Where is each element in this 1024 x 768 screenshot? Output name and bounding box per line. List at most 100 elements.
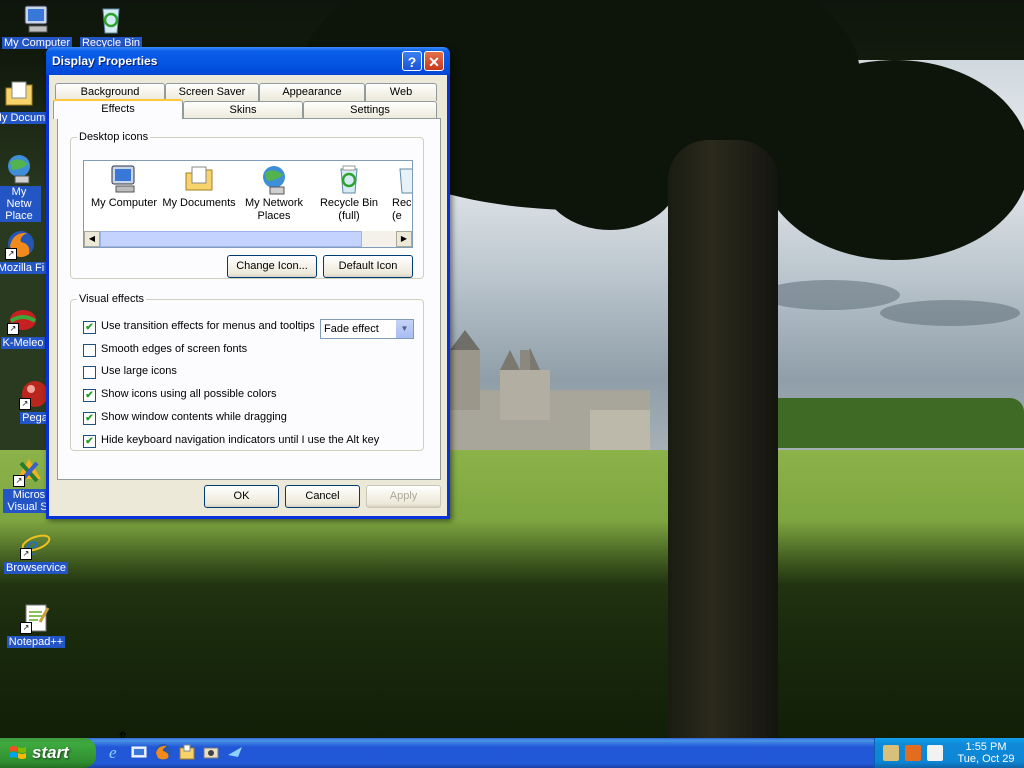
scroll-right-button[interactable]: ▶	[396, 231, 412, 247]
checkbox-large-icons[interactable]: Use large icons	[83, 365, 413, 381]
scrollbar-thumb[interactable]	[100, 231, 362, 247]
antivirus-icon[interactable]	[905, 745, 921, 761]
question-mark-icon: ?	[407, 54, 417, 70]
arrow-left-icon: ◀	[88, 234, 96, 243]
list-item-label: Recycle Bin (full)	[319, 197, 379, 222]
dropdown-value: Fade effect	[324, 323, 379, 335]
visual-effects-legend: Visual effects	[79, 293, 145, 305]
visual-studio-icon: ↗	[13, 455, 45, 487]
taskbar: start e 1:55 PM Tue, Oct 29	[0, 738, 1024, 768]
change-icon-button[interactable]: Change Icon...	[227, 255, 317, 278]
checkbox-smooth-font-edges[interactable]: Smooth edges of screen fonts	[83, 343, 413, 359]
svg-text:e: e	[109, 743, 117, 761]
checkbox-label: Smooth edges of screen fonts	[101, 343, 248, 355]
start-button[interactable]: start	[0, 738, 96, 768]
desktop-icon-label: Notepad++	[6, 636, 66, 648]
start-label: start	[32, 743, 69, 762]
windows-logo-icon	[10, 746, 26, 759]
dialog-title: Display Properties	[52, 54, 158, 68]
desktop-icon-browservice[interactable]: e ↗ Browservice	[1, 528, 71, 574]
firefox-icon[interactable]	[154, 743, 172, 761]
wallpaper-treeline	[760, 398, 1024, 448]
printer-icon[interactable]	[927, 745, 943, 761]
scroll-left-button[interactable]: ◀	[84, 231, 100, 247]
close-icon: ✕	[428, 54, 440, 70]
desktop-icon-label: Browservice	[4, 562, 68, 574]
checkbox-label: Use large icons	[101, 365, 177, 377]
checkbox-all-colors[interactable]: ✔ Show icons using all possible colors	[83, 388, 413, 404]
ok-button[interactable]: OK	[204, 485, 279, 508]
tab-effects[interactable]: Effects	[53, 99, 183, 119]
desktop-icons-list[interactable]: My Computer My Documents My Network Plac…	[83, 160, 413, 248]
clock-date: Tue, Oct 29	[957, 753, 1015, 765]
desktop-icons-group: Desktop icons My Computer My Documents M…	[70, 131, 424, 279]
k-meleon-icon: ↗	[7, 303, 39, 335]
wallpaper-cloud	[880, 300, 1020, 326]
recycle-bin-icon	[95, 3, 127, 35]
internet-explorer-icon: e ↗	[20, 528, 52, 562]
documents-folder-icon	[3, 78, 35, 110]
help-button[interactable]: ?	[402, 51, 422, 71]
desktop-icons-legend: Desktop icons	[79, 131, 149, 143]
desktop-icon-notepad-plus-plus[interactable]: ↗ Notepad++	[1, 602, 71, 648]
shortcut-arrow-icon: ↗	[20, 622, 32, 634]
close-button[interactable]: ✕	[424, 51, 444, 71]
list-item-my-documents[interactable]: My Documents	[159, 163, 239, 210]
checkbox-checked[interactable]: ✔	[83, 389, 96, 402]
transition-effect-dropdown[interactable]: Fade effect ▼	[320, 319, 414, 339]
checkbox-unchecked[interactable]	[83, 366, 96, 379]
list-item-my-network-places[interactable]: My Network Places	[234, 163, 314, 223]
checkbox-unchecked[interactable]	[83, 344, 96, 357]
list-item-label: My Documents	[162, 197, 236, 209]
tab-web[interactable]: Web	[365, 83, 437, 101]
apply-button[interactable]: Apply	[366, 485, 441, 508]
wallpaper-castle	[450, 330, 650, 450]
checkbox-hide-keyboard-indicators[interactable]: ✔ Hide keyboard navigation indicators un…	[83, 434, 413, 450]
checkbox-window-contents-dragging[interactable]: ✔ Show window contents while dragging	[83, 411, 413, 427]
dialog-title-bar[interactable]: Display Properties ? ✕	[46, 47, 450, 75]
tab-settings[interactable]: Settings	[303, 101, 437, 119]
shortcut-arrow-icon: ↗	[7, 323, 19, 335]
k-meleon-icon[interactable]	[226, 743, 244, 761]
desktop-icon-label: My Netw Place	[0, 186, 41, 222]
documents-folder-icon	[183, 163, 215, 195]
arrow-right-icon: ▶	[400, 234, 408, 243]
system-tray: 1:55 PM Tue, Oct 29	[874, 738, 1024, 768]
windows-explorer-icon[interactable]	[178, 743, 196, 761]
checkbox-label: Show window contents while dragging	[101, 411, 287, 423]
horizontal-scrollbar[interactable]: ◀ ▶	[84, 231, 412, 247]
dialog-client-area: Background Screen Saver Appearance Web E…	[49, 75, 447, 516]
checkbox-label: Show icons using all possible colors	[101, 388, 277, 400]
system-clock[interactable]: 1:55 PM Tue, Oct 29	[949, 741, 1023, 765]
recycle-bin-empty-icon	[392, 163, 412, 195]
desktop-icon-recycle-bin[interactable]: Recycle Bin	[76, 3, 146, 49]
wallpaper-canopy	[540, 120, 680, 230]
camera-icon[interactable]	[202, 743, 220, 761]
network-icon[interactable]	[883, 745, 899, 761]
desktop-icon-label: Mozilla Fi	[0, 262, 47, 274]
show-desktop-icon[interactable]	[130, 743, 148, 761]
desktop-icon-label: My Docum	[0, 112, 48, 124]
recycle-bin-full-icon	[333, 163, 365, 195]
checkbox-checked[interactable]: ✔	[83, 435, 96, 448]
list-item-my-computer[interactable]: My Computer	[84, 163, 164, 210]
visual-effects-group: Visual effects ✔ Use transition effects …	[70, 293, 424, 451]
computer-icon	[108, 163, 140, 195]
checkbox-checked[interactable]: ✔	[83, 321, 96, 334]
effects-tab-panel: Desktop icons My Computer My Documents M…	[57, 118, 441, 480]
chevron-down-icon[interactable]: ▼	[395, 320, 413, 338]
list-item-label: My Computer	[90, 197, 158, 209]
internet-explorer-icon[interactable]: e	[106, 743, 124, 762]
default-icon-button[interactable]: Default Icon	[323, 255, 413, 278]
list-item-recycle-bin-empty[interactable]: Rec (e	[374, 163, 412, 223]
wallpaper-tree-shadow	[0, 520, 1024, 738]
network-places-icon	[258, 163, 290, 195]
shortcut-arrow-icon: ↗	[20, 548, 32, 560]
checkbox-checked[interactable]: ✔	[83, 412, 96, 425]
cancel-button[interactable]: Cancel	[285, 485, 360, 508]
network-places-icon	[3, 152, 35, 184]
desktop-icon-my-computer[interactable]: My Computer	[2, 3, 73, 49]
shortcut-arrow-icon: ↗	[19, 398, 31, 410]
tab-appearance[interactable]: Appearance	[259, 83, 365, 101]
tab-skins[interactable]: Skins	[183, 101, 303, 119]
